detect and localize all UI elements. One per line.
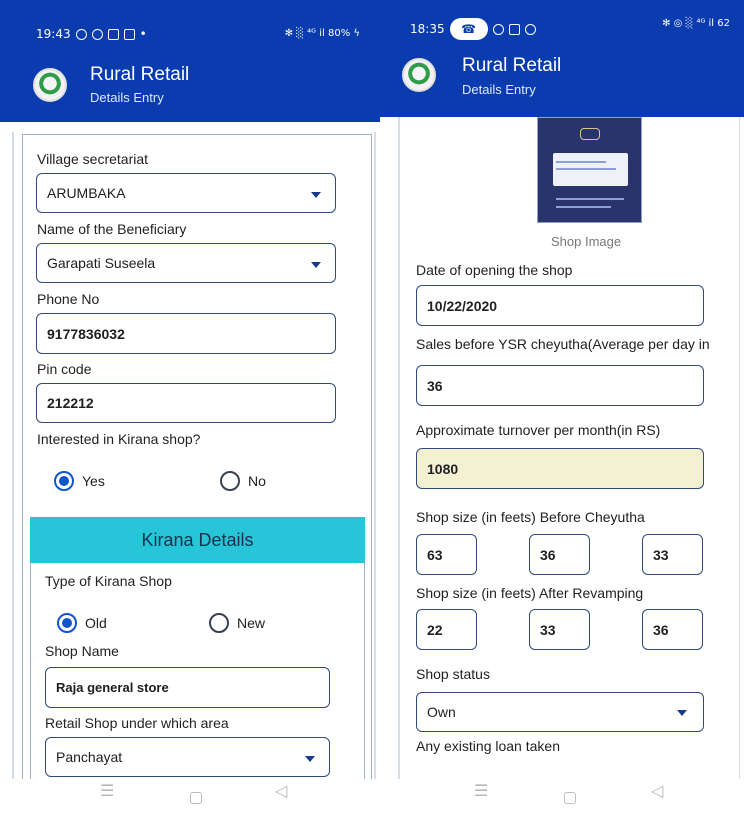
beneficiary-card: Village secretariat ARUMBAKA Name of the… bbox=[22, 134, 372, 795]
left-app-subtitle: Details Entry bbox=[90, 90, 164, 105]
left-app-bar: 19:43 • ✻ ░ ⁴ᴳ il 80% ϟ Rural Retail Det… bbox=[0, 0, 380, 122]
left-status-right: ✻ ░ ⁴ᴳ il 80% ϟ bbox=[285, 28, 360, 39]
shop-image-caption: Shop Image bbox=[551, 234, 622, 249]
image-line bbox=[556, 168, 616, 170]
village-label: Village secretariat bbox=[37, 151, 149, 167]
home-icon[interactable] bbox=[190, 792, 202, 804]
instagram-icon bbox=[91, 28, 103, 40]
turnover-label: Approximate turnover per month(in RS) bbox=[416, 422, 661, 438]
sales-label: Sales before YSR cheyutha(Average per da… bbox=[416, 336, 710, 352]
size-after-label: Shop size (in feets) After Revamping bbox=[416, 585, 644, 601]
charging-icon: ϟ bbox=[353, 28, 360, 39]
size-after-width-input[interactable]: 33 bbox=[529, 609, 590, 650]
right-signal-text: ✻ ◎ ░ ⁴ᴳ il bbox=[662, 18, 715, 29]
interest-yes-label: Yes bbox=[82, 473, 105, 489]
shop-name-input[interactable]: Raja general store bbox=[45, 667, 330, 708]
turnover-field: 1080 bbox=[416, 448, 704, 489]
kirana-section-header: Kirana Details bbox=[30, 517, 365, 563]
back-icon[interactable]: ◁ bbox=[651, 781, 663, 800]
cloud-icon bbox=[508, 23, 520, 35]
image-line bbox=[556, 198, 624, 200]
area-label: Retail Shop under which area bbox=[45, 715, 229, 731]
message-icon bbox=[524, 23, 536, 35]
size-after-height-input[interactable]: 36 bbox=[642, 609, 703, 650]
interest-label: Interested in Kirana shop? bbox=[37, 431, 201, 447]
phone-input[interactable]: 9177836032 bbox=[36, 313, 336, 354]
shop-name-label: Shop Name bbox=[45, 643, 119, 659]
left-form-content: Village secretariat ARUMBAKA Name of the… bbox=[0, 122, 380, 795]
back-icon[interactable]: ◁ bbox=[275, 781, 287, 800]
kirana-old-label: Old bbox=[85, 615, 107, 631]
right-form-content: Shop Image Date of opening the shop 10/2… bbox=[380, 117, 744, 779]
app-logo bbox=[33, 68, 67, 102]
settings-icon bbox=[75, 28, 87, 40]
opening-date-input[interactable]: 10/22/2020 bbox=[416, 285, 704, 326]
radio-unselected-icon bbox=[209, 613, 229, 633]
interest-no-radio[interactable]: No bbox=[220, 471, 266, 491]
call-icon: ☎ bbox=[449, 18, 488, 40]
right-navigation-bar: ☰ ◁ bbox=[380, 779, 744, 813]
menu-icon[interactable]: ☰ bbox=[100, 781, 114, 800]
right-status-right: ✻ ◎ ░ ⁴ᴳ il 62 bbox=[662, 18, 730, 29]
size-before-label: Shop size (in feets) Before Cheyutha bbox=[416, 509, 645, 525]
menu-icon[interactable]: ☰ bbox=[474, 781, 488, 800]
village-select[interactable]: ARUMBAKA bbox=[36, 173, 336, 213]
interest-no-label: No bbox=[248, 473, 266, 489]
size-after-length-input[interactable]: 22 bbox=[416, 609, 477, 650]
shop-image-thumbnail[interactable] bbox=[537, 117, 642, 223]
pin-label: Pin code bbox=[37, 361, 92, 377]
laptop-icon bbox=[107, 28, 119, 40]
left-phone-screen: 19:43 • ✻ ░ ⁴ᴳ il 80% ϟ Rural Retail Det… bbox=[0, 0, 380, 813]
pin-input[interactable]: 212212 bbox=[36, 383, 336, 423]
kirana-old-radio[interactable]: Old bbox=[57, 613, 107, 633]
left-app-title: Rural Retail bbox=[90, 64, 190, 85]
size-before-length-input[interactable]: 63 bbox=[416, 534, 477, 575]
size-before-height-input[interactable]: 33 bbox=[642, 534, 703, 575]
image-chip bbox=[580, 128, 600, 140]
home-icon[interactable] bbox=[564, 792, 576, 804]
opening-date-label: Date of opening the shop bbox=[416, 262, 573, 278]
dot-icon: • bbox=[139, 27, 147, 41]
left-signal-text: ✻ ░ ⁴ᴳ il bbox=[284, 28, 325, 39]
right-battery-text: 62 bbox=[717, 18, 730, 29]
right-app-subtitle: Details Entry bbox=[462, 82, 536, 97]
whatsapp-icon bbox=[492, 23, 504, 35]
kirana-details-panel: Type of Kirana Shop Old New Shop Name Ra… bbox=[30, 563, 365, 795]
image-line bbox=[556, 161, 606, 163]
kirana-type-label: Type of Kirana Shop bbox=[45, 573, 172, 589]
right-status-bar: 18:35 ☎ bbox=[410, 18, 536, 40]
beneficiary-select[interactable]: Garapati Suseela bbox=[36, 243, 336, 283]
phone-label: Phone No bbox=[37, 291, 100, 307]
left-status-time: 19:43 bbox=[36, 27, 71, 41]
right-app-title: Rural Retail bbox=[462, 55, 562, 76]
radio-selected-icon bbox=[57, 613, 77, 633]
left-battery-text: 80% bbox=[327, 28, 351, 39]
left-status-bar: 19:43 • bbox=[36, 27, 147, 41]
area-select[interactable]: Panchayat bbox=[45, 737, 330, 777]
shop-status-label: Shop status bbox=[416, 666, 490, 682]
radio-selected-icon bbox=[54, 471, 74, 491]
right-status-time: 18:35 bbox=[410, 22, 445, 36]
shop-status-select[interactable]: Own bbox=[416, 692, 704, 732]
size-before-width-input[interactable]: 36 bbox=[529, 534, 590, 575]
app-logo bbox=[402, 58, 436, 92]
kirana-new-label: New bbox=[237, 615, 266, 631]
kirana-new-radio[interactable]: New bbox=[209, 613, 265, 633]
loan-label: Any existing loan taken bbox=[416, 738, 560, 754]
radio-unselected-icon bbox=[220, 471, 240, 491]
right-phone-screen: 18:35 ☎ ✻ ◎ ░ ⁴ᴳ il 62 Rural Retail Deta… bbox=[380, 0, 744, 813]
cloud-icon bbox=[123, 28, 135, 40]
beneficiary-label: Name of the Beneficiary bbox=[37, 221, 187, 237]
sales-input[interactable]: 36 bbox=[416, 365, 704, 406]
right-app-bar: 18:35 ☎ ✻ ◎ ░ ⁴ᴳ il 62 Rural Retail Deta… bbox=[380, 0, 744, 117]
left-navigation-bar: ☰ ◁ bbox=[0, 779, 380, 813]
interest-yes-radio[interactable]: Yes bbox=[54, 471, 105, 491]
image-line bbox=[556, 206, 611, 208]
